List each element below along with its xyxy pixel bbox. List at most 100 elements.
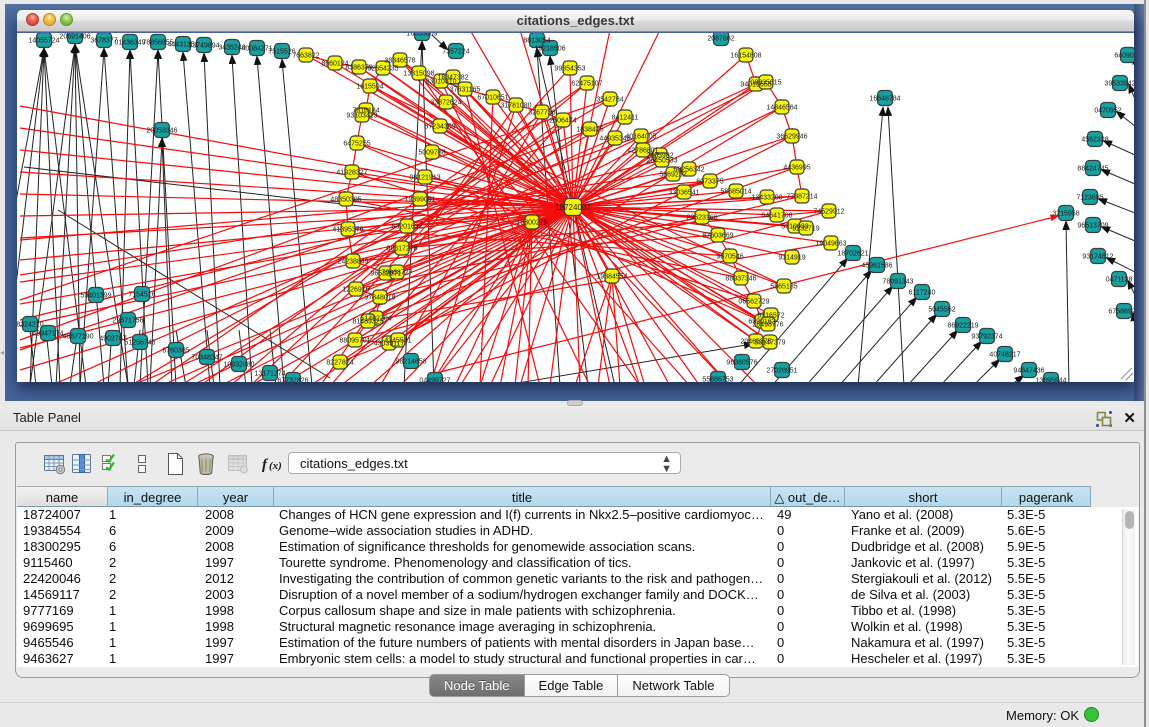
svg-text:88095701: 88095701 — [339, 338, 370, 345]
svg-text:13433200: 13433200 — [751, 195, 782, 202]
svg-text:02654235: 02654235 — [367, 66, 398, 73]
svg-text:6716572: 6716572 — [757, 313, 784, 320]
svg-text:19049663: 19049663 — [815, 241, 846, 248]
svg-text:78091343: 78091343 — [882, 279, 913, 286]
svg-text:5009788: 5009788 — [418, 150, 445, 157]
svg-text:8227824: 8227824 — [326, 360, 353, 367]
svg-text:1615594: 1615594 — [356, 84, 383, 91]
svg-text:3267736: 3267736 — [528, 110, 555, 117]
svg-text:16154808: 16154808 — [730, 53, 761, 60]
svg-text:2606474: 2606474 — [549, 118, 576, 125]
svg-text:13171274: 13171274 — [254, 371, 285, 378]
svg-text:94647436: 94647436 — [1013, 368, 1044, 375]
svg-text:08317278: 08317278 — [386, 246, 417, 253]
svg-text:14055724: 14055724 — [28, 38, 59, 45]
svg-text:86922219: 86922219 — [947, 323, 978, 330]
svg-text:88424745: 88424745 — [1077, 166, 1108, 173]
svg-text:93792374: 93792374 — [971, 334, 1002, 341]
svg-text:1226916: 1226916 — [342, 287, 369, 294]
svg-text:20691406: 20691406 — [59, 34, 90, 41]
svg-text:87603669: 87603669 — [702, 233, 733, 240]
svg-text:04499727: 04499727 — [419, 378, 450, 383]
svg-text:5045562: 5045562 — [928, 307, 955, 314]
svg-text:8760385: 8760385 — [162, 348, 189, 355]
svg-text:64641708: 64641708 — [761, 213, 792, 220]
svg-text:7663822: 7663822 — [292, 53, 319, 60]
svg-text:3542784: 3542784 — [596, 97, 623, 104]
svg-text:93174612: 93174612 — [1082, 254, 1113, 261]
svg-text:6073375: 6073375 — [696, 179, 723, 186]
svg-text:74529912: 74529912 — [813, 209, 844, 216]
svg-text:39533942: 39533942 — [1104, 81, 1134, 88]
svg-text:6475255: 6475255 — [343, 141, 370, 148]
svg-text:58685014: 58685014 — [720, 189, 751, 196]
svg-text:3215958: 3215958 — [1052, 211, 1079, 218]
svg-text:98214658: 98214658 — [395, 359, 426, 366]
svg-text:8813054: 8813054 — [523, 38, 550, 45]
svg-text:51256746: 51256746 — [124, 340, 155, 347]
svg-text:18724007: 18724007 — [555, 203, 591, 212]
svg-text:7154516: 7154516 — [128, 292, 155, 299]
svg-text:19399091: 19399091 — [404, 197, 435, 204]
svg-text:40748217: 40748217 — [989, 352, 1020, 359]
svg-text:15300275: 15300275 — [516, 220, 547, 227]
svg-text:93103413: 93103413 — [346, 113, 377, 120]
svg-text:20450533: 20450533 — [646, 158, 677, 165]
svg-text:7123685: 7123685 — [1076, 195, 1103, 202]
svg-text:36629946: 36629946 — [776, 134, 807, 141]
svg-text:79868727: 79868727 — [381, 270, 412, 277]
svg-text:24238849: 24238849 — [337, 259, 368, 266]
svg-text:4562328: 4562328 — [1081, 137, 1108, 144]
svg-text:70348247: 70348247 — [191, 355, 222, 362]
svg-text:33036541: 33036541 — [668, 190, 699, 197]
svg-text:45961586: 45961586 — [861, 263, 892, 270]
svg-text:40164005: 40164005 — [625, 134, 656, 141]
svg-text:08121913: 08121913 — [409, 175, 440, 182]
svg-text:18702621: 18702621 — [837, 251, 868, 258]
svg-text:23623166: 23623166 — [686, 215, 717, 222]
svg-text:4436995: 4436995 — [783, 165, 810, 172]
svg-text:48877190: 48877190 — [62, 334, 93, 341]
svg-text:f: f — [262, 457, 269, 473]
svg-text:20053346: 20053346 — [146, 128, 177, 135]
svg-text:41928327: 41928327 — [336, 170, 367, 177]
svg-text:33749894: 33749894 — [188, 43, 219, 50]
svg-text:29671756: 29671756 — [112, 318, 143, 325]
svg-text:13315098: 13315098 — [403, 71, 434, 78]
svg-text:67586926: 67586926 — [1108, 309, 1134, 316]
svg-text:16648784: 16648784 — [869, 96, 900, 103]
svg-text:1838425: 1838425 — [576, 127, 603, 134]
svg-text:67737826: 67737826 — [277, 378, 308, 383]
svg-text:4345581: 4345581 — [384, 338, 411, 345]
svg-text:81489325: 81489325 — [352, 319, 383, 326]
svg-text:9232719: 9232719 — [792, 226, 819, 233]
svg-text:31781080: 31781080 — [500, 103, 531, 110]
svg-text:96360576: 96360576 — [726, 360, 757, 367]
svg-text:06562729: 06562729 — [738, 299, 769, 306]
svg-text:96513709: 96513709 — [1077, 223, 1108, 230]
svg-text:88937346: 88937346 — [725, 276, 756, 283]
svg-text:13695944: 13695944 — [1035, 378, 1066, 383]
svg-text:8412411: 8412411 — [612, 115, 639, 122]
svg-text:18347382: 18347382 — [437, 75, 468, 82]
svg-text:6409097: 6409097 — [1114, 53, 1134, 60]
svg-text:0470952: 0470952 — [1094, 108, 1121, 115]
svg-text:0471138: 0471138 — [1106, 277, 1133, 284]
svg-text:10932480: 10932480 — [223, 362, 254, 369]
svg-text:63201632: 63201632 — [391, 224, 422, 231]
svg-text:38346578: 38346578 — [384, 58, 415, 65]
svg-text:87234309: 87234309 — [424, 124, 455, 131]
svg-text:49947174: 49947174 — [32, 331, 63, 338]
svg-text:5865185: 5865185 — [770, 284, 797, 291]
svg-text:28498776: 28498776 — [752, 322, 783, 329]
svg-text:(x): (x) — [269, 460, 282, 472]
svg-text:62475107: 62475107 — [571, 81, 602, 88]
svg-text:33872624: 33872624 — [430, 100, 461, 107]
svg-text:99854353: 99854353 — [554, 66, 585, 73]
svg-text:37631165: 37631165 — [450, 87, 481, 94]
svg-text:77387214: 77387214 — [786, 194, 817, 201]
svg-text:67010651: 67010651 — [477, 95, 508, 102]
svg-text:19384554: 19384554 — [596, 274, 627, 281]
svg-text:14846564: 14846564 — [766, 105, 797, 112]
svg-text:59401399: 59401399 — [80, 293, 111, 300]
